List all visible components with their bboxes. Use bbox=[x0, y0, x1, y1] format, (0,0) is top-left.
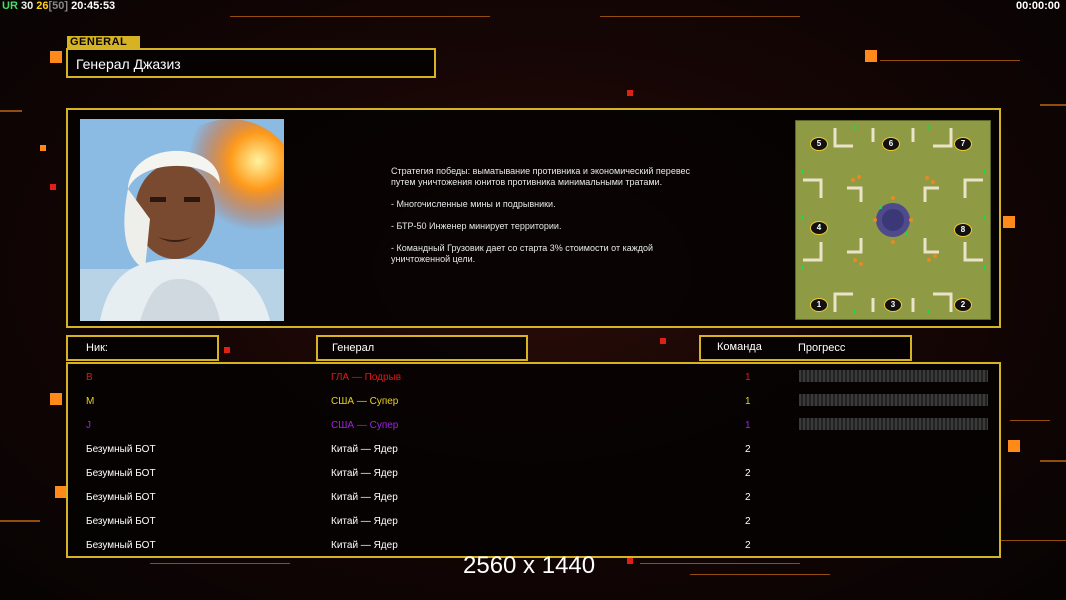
player-nick: Безумный БОТ bbox=[86, 468, 156, 479]
player-team: 2 bbox=[745, 468, 751, 479]
start-position-marker: 1 bbox=[810, 298, 828, 312]
progress-bar bbox=[799, 370, 988, 382]
player-team: 2 bbox=[745, 516, 751, 527]
table-row[interactable]: Безумный БОТ Китай — Ядер 2 bbox=[68, 462, 999, 486]
team-progress-header-panel: Команда Прогресс bbox=[699, 335, 912, 361]
start-position-marker: 5 bbox=[810, 137, 828, 151]
table-row[interactable]: Безумный БОТ Китай — Ядер 2 bbox=[68, 510, 999, 534]
hud-value-3: [50] bbox=[48, 0, 69, 12]
player-nick: J bbox=[86, 420, 91, 431]
player-nick: M bbox=[86, 396, 95, 407]
general-name: Генерал Джазиз bbox=[76, 56, 181, 72]
hud-timer: 00:00:00 bbox=[1015, 0, 1060, 12]
table-row[interactable]: Безумный БОТ Китай — Ядер 2 bbox=[68, 486, 999, 510]
general-name-panel: Генерал Джазиз bbox=[66, 48, 436, 78]
start-position-marker: 3 bbox=[884, 298, 902, 312]
table-row[interactable]: Безумный БОТ Китай — Ядер 2 bbox=[68, 438, 999, 462]
table-row[interactable]: J США — Супер 1 bbox=[68, 414, 999, 438]
progress-bar bbox=[799, 394, 988, 406]
table-row[interactable]: B ГЛА — Подрыв 1 bbox=[68, 366, 999, 390]
player-team: 1 bbox=[745, 420, 751, 431]
general-portrait bbox=[80, 119, 284, 321]
general-description: Стратегия победы: выматывание противника… bbox=[391, 166, 701, 276]
nick-header: Ник: bbox=[86, 342, 108, 354]
hud-clock: 20:45:53 bbox=[71, 0, 116, 12]
team-header: Команда bbox=[717, 341, 762, 353]
player-general: Китай — Ядер bbox=[331, 492, 398, 503]
player-general: Китай — Ядер bbox=[331, 540, 398, 551]
progress-header: Прогресс bbox=[798, 342, 846, 354]
player-general: США — Супер bbox=[331, 396, 399, 407]
hud-stats: UR 30 26[50] 20:45:53 bbox=[2, 0, 115, 12]
resolution-label: 2560 x 1440 bbox=[463, 552, 596, 579]
player-nick: Безумный БОТ bbox=[86, 492, 156, 503]
player-list: B ГЛА — Подрыв 1 M США — Супер 1 J США — Супер 1… bbox=[66, 362, 1001, 558]
player-team: 1 bbox=[745, 396, 751, 407]
hud-value-1: 30 bbox=[20, 0, 34, 12]
player-nick: B bbox=[86, 372, 93, 383]
player-team: 2 bbox=[745, 492, 751, 503]
player-general: ГЛА — Подрыв bbox=[331, 372, 402, 383]
start-position-marker: 6 bbox=[882, 137, 900, 151]
hud-ur: UR bbox=[2, 0, 18, 12]
general-header-panel: Генерал bbox=[316, 335, 528, 361]
player-general: Китай — Ядер bbox=[331, 468, 398, 479]
hud-value-2: 26 bbox=[36, 0, 49, 12]
player-nick: Безумный БОТ bbox=[86, 516, 156, 527]
player-general: США — Супер bbox=[331, 420, 399, 431]
start-position-marker: 7 bbox=[954, 137, 972, 151]
minimap: 1 2 3 4 5 6 7 8 bbox=[794, 119, 992, 321]
player-general: Китай — Ядер bbox=[331, 516, 398, 527]
general-info-panel: Стратегия победы: выматывание противника… bbox=[66, 108, 1001, 328]
player-general: Китай — Ядер bbox=[331, 444, 398, 455]
general-header: Генерал bbox=[332, 342, 375, 354]
description-line: - БТР-50 Инженер минирует территории. bbox=[391, 221, 562, 231]
start-position-marker: 2 bbox=[954, 298, 972, 312]
description-line: - Командный Грузовик дает со старта 3% с… bbox=[391, 243, 654, 264]
player-team: 1 bbox=[745, 372, 751, 383]
player-nick: Безумный БОТ bbox=[86, 540, 156, 551]
start-position-marker: 8 bbox=[954, 223, 972, 237]
description-line: - Многочисленные мины и подрывники. bbox=[391, 199, 556, 209]
player-team: 2 bbox=[745, 444, 751, 455]
description-line: Стратегия победы: выматывание противника… bbox=[391, 166, 691, 187]
player-nick: Безумный БОТ bbox=[86, 444, 156, 455]
player-team: 2 bbox=[745, 540, 751, 551]
table-row[interactable]: M США — Супер 1 bbox=[68, 390, 999, 414]
nick-header-panel: Ник: bbox=[66, 335, 219, 361]
progress-bar bbox=[799, 418, 988, 430]
start-position-marker: 4 bbox=[810, 221, 828, 235]
